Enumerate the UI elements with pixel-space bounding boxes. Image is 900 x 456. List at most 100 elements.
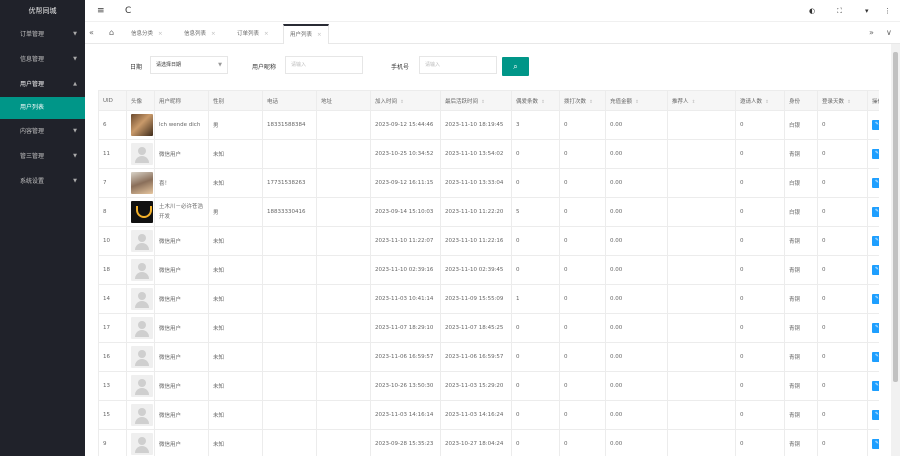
date-select[interactable]: 请选择日期 ▼ [150, 56, 228, 74]
sidebar-item-1[interactable]: 信息管理 ▼ [0, 47, 85, 72]
avatar [131, 288, 153, 310]
table-row: 10 微信用户 未知 2023-11-10 11:22:07 2023-11-10 11… [98, 226, 879, 256]
caret-down-icon: ▼ [73, 128, 77, 134]
dropdown-icon[interactable]: ▾ [865, 5, 869, 17]
detail-button[interactable]: ✎ 详情 [872, 323, 879, 333]
cell-address [316, 284, 371, 314]
column-header[interactable]: 邀请人数 ⇕ [735, 90, 785, 111]
home-icon[interactable]: ⌂ [109, 27, 114, 39]
sort-icon[interactable]: ⇕ [635, 100, 639, 105]
avatar-cell [126, 371, 155, 401]
cell-last: 2023-10-27 18:04:24 [440, 429, 512, 456]
column-header[interactable]: 充值金额 ⇕ [605, 90, 668, 111]
fullscreen-icon[interactable]: ⛶ [837, 5, 842, 17]
tab-close-icon[interactable]: × [317, 32, 322, 38]
column-header[interactable]: 拨打次数 ⇕ [559, 90, 606, 111]
column-header: 操作 [867, 90, 879, 111]
cell-uid: 9 [98, 429, 127, 456]
cell-actions: ✎ 详情 [867, 110, 879, 140]
cell-gender: 未知 [208, 400, 263, 430]
cell-gender: 未知 [208, 371, 263, 401]
detail-button[interactable]: ✎ 详情 [872, 178, 879, 188]
sidebar-item-5[interactable]: 系统设置 ▼ [0, 169, 85, 194]
user-table-container: UID 头像 用户昵称 性别 电话 地址 加入时间 ⇕ 最后活跃时间 ⇕ 偶爱条数 ⇕ 拨打次数 ⇕ 充值金… [98, 90, 879, 456]
cell-actions: ✎ 详情 [867, 284, 879, 314]
cell-actions: ✎ 详情 [867, 197, 879, 227]
detail-button[interactable]: ✎ 详情 [872, 439, 879, 449]
cell-actions: ✎ 详情 [867, 342, 879, 372]
avatar-cell [126, 342, 155, 372]
sort-icon[interactable]: ⇕ [541, 100, 545, 105]
detail-button[interactable]: ✎ 详情 [872, 236, 879, 246]
cell-gender: 未知 [208, 226, 263, 256]
cell-a: 3 [511, 110, 560, 140]
sort-icon[interactable]: ⇕ [847, 100, 851, 105]
column-header[interactable]: 最后活跃时间 ⇕ [440, 90, 512, 111]
theme-icon[interactable]: ◐ [809, 5, 815, 17]
tab-close-icon[interactable]: × [158, 31, 163, 37]
tab-user-list[interactable]: 用户列表 × [283, 24, 329, 44]
cell-inv: 0 [735, 342, 785, 372]
cell-b: 0 [559, 168, 606, 198]
column-header[interactable]: 登录天数 ⇕ [817, 90, 868, 111]
tab-close-icon[interactable]: × [211, 31, 216, 37]
avatar-cell [126, 197, 155, 227]
vertical-scrollbar[interactable] [891, 44, 900, 456]
sort-icon[interactable]: ⇕ [589, 100, 593, 105]
sort-icon[interactable]: ⇕ [765, 100, 769, 105]
detail-button[interactable]: ✎ 详情 [872, 410, 879, 420]
avatar-cell [126, 429, 155, 456]
detail-button[interactable]: ✎ 详情 [872, 207, 879, 217]
detail-button[interactable]: ✎ 详情 [872, 381, 879, 391]
nickname-input[interactable]: 请输入 [285, 56, 363, 74]
column-header[interactable]: 加入时间 ⇕ [370, 90, 441, 111]
avatar [131, 143, 153, 165]
tab-close-icon[interactable]: × [264, 31, 269, 37]
menu-toggle-icon[interactable]: ≡ [97, 5, 105, 17]
table-header-row: UID 头像 用户昵称 性别 电话 地址 加入时间 ⇕ 最后活跃时间 ⇕ 偶爱条数 ⇕ 拨打次数 ⇕ 充值金… [98, 90, 879, 111]
cell-join: 2023-09-12 16:11:15 [370, 168, 441, 198]
sidebar-subitem-user-list[interactable]: 用户列表 [0, 97, 85, 119]
cell-phone [262, 429, 317, 456]
detail-button[interactable]: ✎ 详情 [872, 120, 879, 130]
tab-order-list[interactable]: 订单列表 × [231, 24, 275, 44]
sidebar-submenu: 用户列表 [0, 97, 85, 119]
scrollbar-thumb[interactable] [893, 52, 898, 382]
sort-icon[interactable]: ⇕ [692, 100, 696, 105]
cell-nickname: 喜！ [154, 168, 209, 198]
detail-button[interactable]: ✎ 详情 [872, 294, 879, 304]
detail-button[interactable]: ✎ 详情 [872, 149, 879, 159]
avatar [131, 172, 153, 194]
cell-phone [262, 226, 317, 256]
cell-last: 2023-11-10 13:33:04 [440, 168, 512, 198]
sidebar-item-3[interactable]: 内容管理 ▼ [0, 119, 85, 144]
column-header[interactable]: 推荐人 ⇕ [667, 90, 736, 111]
tabs-scroll-left-icon[interactable]: « [89, 27, 94, 39]
sort-icon[interactable]: ⇕ [481, 100, 485, 105]
cell-phone: 18331588384 [262, 110, 317, 140]
more-icon[interactable]: ⋮ [884, 5, 891, 17]
cell-uid: 6 [98, 110, 127, 140]
cell-phone [262, 400, 317, 430]
sidebar-item-0[interactable]: 订单管理 ▼ [0, 22, 85, 47]
avatar-cell [126, 255, 155, 285]
search-button[interactable]: ⌕ [502, 57, 529, 76]
cell-b: 0 [559, 429, 606, 456]
cell-c: 0.00 [605, 255, 668, 285]
tab-info-category[interactable]: 信息分类 × [125, 24, 169, 44]
sort-icon[interactable]: ⇕ [400, 100, 404, 105]
tabs-menu-icon[interactable]: ∨ [886, 27, 892, 39]
cell-days: 0 [817, 371, 868, 401]
column-header[interactable]: 偶爱条数 ⇕ [511, 90, 560, 111]
detail-button[interactable]: ✎ 详情 [872, 352, 879, 362]
table-row: 13 微信用户 未知 2023-10-26 13:50:30 2023-11-03 15… [98, 371, 879, 401]
sidebar-item-4[interactable]: 管三管理 ▼ [0, 144, 85, 169]
refresh-icon[interactable]: C [125, 5, 131, 17]
tab-info-list[interactable]: 信息列表 × [178, 24, 222, 44]
cell-days: 0 [817, 313, 868, 343]
sidebar-item-2[interactable]: 用户管理 ▲ [0, 72, 85, 97]
cell-phone [262, 342, 317, 372]
phone-input[interactable]: 请输入 [419, 56, 497, 74]
detail-button[interactable]: ✎ 详情 [872, 265, 879, 275]
tabs-scroll-right-icon[interactable]: » [869, 27, 874, 39]
